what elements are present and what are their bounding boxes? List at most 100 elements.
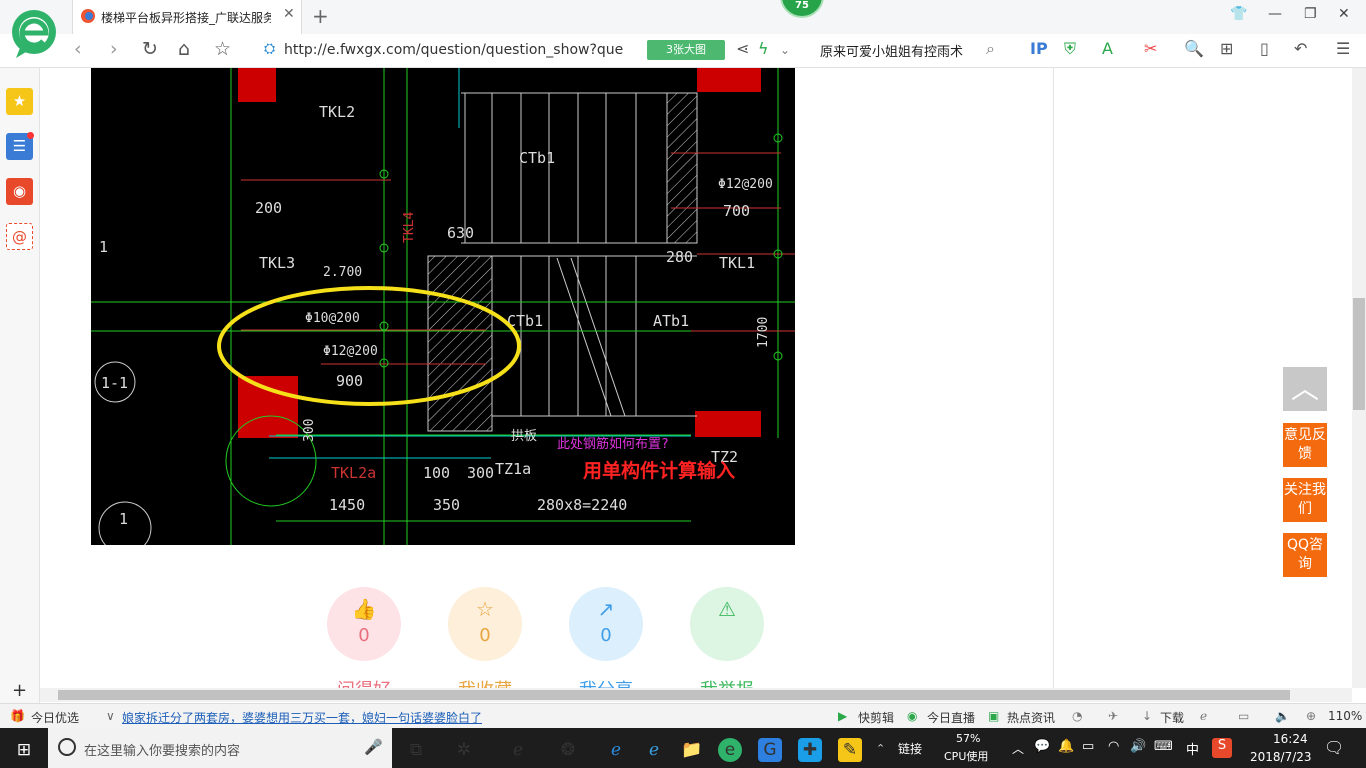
chat-icon[interactable]: 💬 <box>1034 739 1050 754</box>
ie-icon[interactable]: ℯ <box>1200 709 1207 723</box>
wifi-icon[interactable]: ◠ <box>1108 739 1119 754</box>
tray-up-icon[interactable]: ︿ <box>1012 740 1024 757</box>
action-label[interactable]: 问得好 <box>327 676 401 688</box>
keyboard-icon[interactable]: ⌨ <box>1154 739 1173 754</box>
new-tab-button[interactable]: + <box>312 4 329 28</box>
action-button-0[interactable]: 👍 0 <box>327 587 401 661</box>
search-icon[interactable]: ⌕ <box>986 39 995 59</box>
zoom-level[interactable]: 110% <box>1328 709 1362 723</box>
file-explorer-icon[interactable]: 📁 <box>680 738 704 762</box>
reading-mode-icon[interactable]: ▯ <box>1260 39 1269 58</box>
microphone-icon[interactable]: 🎤 <box>364 738 383 756</box>
cad-label: 拱板 <box>511 429 537 444</box>
home-icon[interactable]: ⌂ <box>178 38 190 60</box>
cad-label: TKL3 <box>259 254 295 272</box>
window-icon[interactable]: ▭ <box>1238 709 1249 723</box>
speed-icon[interactable]: ◔ <box>1072 709 1082 723</box>
news-ticker-link[interactable]: 娘家拆迁分了两套房，婆婆想用三万买一套，媳妇一句话婆婆脸白了 <box>122 709 488 726</box>
back-icon[interactable]: ‹ <box>74 38 82 60</box>
cad-label: 1700 <box>756 317 771 348</box>
site-info-icon[interactable]: ⛭ <box>264 41 275 57</box>
links-label[interactable]: 链接 <box>898 740 922 757</box>
close-window-icon[interactable]: ✕ <box>1338 6 1350 22</box>
left-sidebar <box>0 68 40 708</box>
refresh-icon[interactable]: ↻ <box>142 38 158 60</box>
feedback-button[interactable]: 意见反馈 <box>1283 423 1327 467</box>
shield-icon[interactable]: ⛨ <box>1064 39 1076 59</box>
apps-grid-icon[interactable]: ⊞ <box>1220 39 1233 58</box>
bookmark-star-icon[interactable]: ☆ <box>214 38 231 60</box>
email-icon[interactable]: @ <box>6 223 33 250</box>
back-to-top-button[interactable]: ︿ <box>1283 367 1327 411</box>
app-plus-icon[interactable]: ✚ <box>798 738 822 762</box>
minimize-icon[interactable]: — <box>1268 6 1282 22</box>
windows-start-icon[interactable]: ⊞ <box>12 738 36 762</box>
action-button-3[interactable]: ⚠ <box>690 587 764 661</box>
follow-us-button[interactable]: 关注我们 <box>1283 478 1327 522</box>
ie-browser-icon[interactable]: ℯ <box>506 738 530 762</box>
speaker-icon[interactable]: 🔊 <box>1130 739 1146 754</box>
clock-time[interactable]: 16:24 <box>1273 732 1308 746</box>
app-note-icon[interactable]: ✎ <box>838 738 862 762</box>
tab-close-button[interactable]: ✕ <box>283 6 295 22</box>
360-browser-icon[interactable]: e <box>718 738 742 762</box>
app-pinwheel-icon[interactable]: ✲ <box>452 738 476 762</box>
app-spiral-icon[interactable]: ❂ <box>556 738 580 762</box>
warning-icon: ⚠ <box>718 597 736 621</box>
scissors-icon[interactable]: ✂ <box>1144 39 1157 58</box>
action-button-2[interactable]: ↗ 0 <box>569 587 643 661</box>
menu-icon[interactable]: ☰ <box>1336 39 1350 58</box>
cad-label: 1-1 <box>101 374 128 392</box>
clock-date[interactable]: 2018/7/23 <box>1250 750 1312 764</box>
cad-label: CTb1 <box>519 149 555 167</box>
ip-icon[interactable]: IP <box>1030 39 1048 58</box>
quick-cut-link[interactable]: 快剪辑 <box>858 709 894 726</box>
volume-icon[interactable]: 🔈 <box>1275 709 1290 723</box>
task-view-icon[interactable]: ⧉ <box>404 738 428 762</box>
undo-icon[interactable]: ↶ <box>1294 39 1307 58</box>
action-label[interactable]: 我分享 <box>569 676 643 688</box>
cad-label: ATb1 <box>653 312 689 330</box>
live-link[interactable]: 今日直播 <box>927 709 975 726</box>
favorites-star-icon[interactable]: ★ <box>6 88 33 115</box>
hot-news-link[interactable]: 热点资讯 <box>1007 709 1055 726</box>
weibo-icon[interactable]: ◉ <box>6 178 33 205</box>
qq-consult-button[interactable]: QQ咨询 <box>1283 533 1327 577</box>
cad-question-text: 此处钢筋如何布置? <box>557 436 669 452</box>
action-button-1[interactable]: ☆ 0 <box>448 587 522 661</box>
vertical-scroll-thumb[interactable] <box>1353 298 1365 410</box>
browser-logo-icon[interactable] <box>10 8 58 60</box>
cad-label: Φ12@200 <box>718 177 773 192</box>
magnifier-icon[interactable]: 🔍 <box>1184 39 1204 58</box>
forward-icon[interactable]: › <box>110 38 118 60</box>
shirt-icon[interactable]: 👕 <box>1230 6 1247 22</box>
big-image-button[interactable]: 3张大图 <box>647 40 725 60</box>
chevron-down-icon[interactable]: ⌄ <box>780 43 790 57</box>
bell-icon[interactable]: 🔔 <box>1058 739 1074 754</box>
horizontal-scroll-thumb[interactable] <box>58 690 1290 700</box>
share-icon[interactable]: ⋖ <box>736 39 749 58</box>
edge-icon[interactable]: ℯ <box>604 738 628 762</box>
taskbar-search-placeholder[interactable]: 在这里输入你要搜索的内容 <box>84 740 240 759</box>
translate-icon[interactable]: A <box>1102 39 1113 58</box>
app-g-icon[interactable]: G <box>758 738 782 762</box>
taskbar-search-box[interactable]: 在这里输入你要搜索的内容 🎤 <box>48 728 392 768</box>
chevron-icon[interactable]: ⌃ <box>876 742 885 755</box>
pin-icon[interactable]: ✈ <box>1108 709 1118 723</box>
add-sidebar-icon[interactable]: + <box>12 680 27 701</box>
action-center-icon[interactable]: 🗨 <box>1324 738 1344 757</box>
tab-active[interactable]: 楼梯平台板异形搭接_广联达服务 ✕ <box>72 0 302 34</box>
search-input[interactable]: 原来可爱小姐姐有控雨术 <box>820 41 963 60</box>
download-link[interactable]: 下载 <box>1160 709 1184 726</box>
lightning-icon[interactable]: ϟ <box>758 39 769 58</box>
today-pick-link[interactable]: 今日优选 <box>31 709 79 726</box>
battery-icon[interactable]: ▭ <box>1082 739 1094 754</box>
cpu-percent: 57% <box>956 732 981 745</box>
action-label[interactable]: 我收藏 <box>448 676 522 688</box>
restore-icon[interactable]: ❐ <box>1304 6 1317 22</box>
url-text[interactable]: http://e.fwxgx.com/question/question_sho… <box>284 42 623 58</box>
sogou-icon[interactable]: S <box>1212 738 1232 758</box>
ime-indicator[interactable]: 中 <box>1186 739 1199 758</box>
action-label[interactable]: 我举报 <box>690 676 764 688</box>
ie-icon[interactable]: ℯ <box>642 738 666 762</box>
